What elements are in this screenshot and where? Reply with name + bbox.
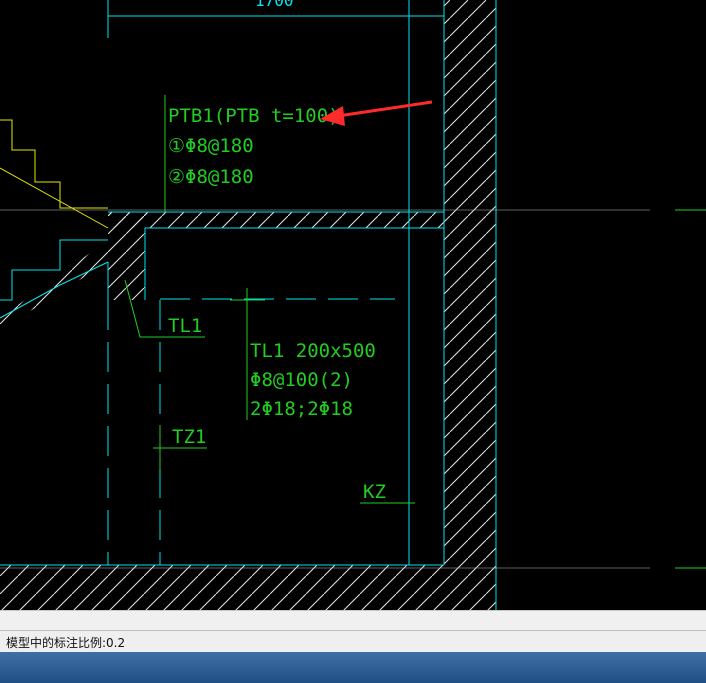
slab-rebar-1: ①Φ8@180 — [168, 135, 254, 157]
slab-rebar-2: ②Φ8@180 — [168, 166, 254, 188]
column-tag: TZ1 — [172, 426, 206, 448]
structure-lines — [0, 0, 650, 610]
beam-tag: TL1 — [168, 315, 202, 337]
slab-label: PTB1(PTB t=100) — [168, 105, 340, 127]
cad-drawing-canvas[interactable]: 1700 PTB1(PTB t=100) ①Φ8@180 ②Φ8@180 TL1… — [0, 0, 706, 610]
beam-bars: 2Φ18;2Φ18 — [250, 398, 353, 420]
beam-stirrup: Φ8@100(2) — [250, 369, 353, 391]
command-area[interactable] — [0, 610, 706, 630]
beam-spec: TL1 200x500 — [250, 340, 376, 362]
status-bar: 模型中的标注比例:0.2 — [0, 630, 706, 652]
dimension-text: 1700 — [255, 0, 294, 10]
slab-hatch-top — [108, 212, 444, 228]
wall-hatch-right — [444, 0, 496, 565]
status-text: 模型中的标注比例:0.2 — [6, 636, 126, 650]
stair-steps — [0, 119, 109, 229]
taskbar[interactable] — [0, 652, 706, 683]
slab-hatch-bottom — [0, 565, 496, 610]
kz-tag: KZ — [363, 481, 386, 503]
stair-hatch — [0, 212, 148, 330]
